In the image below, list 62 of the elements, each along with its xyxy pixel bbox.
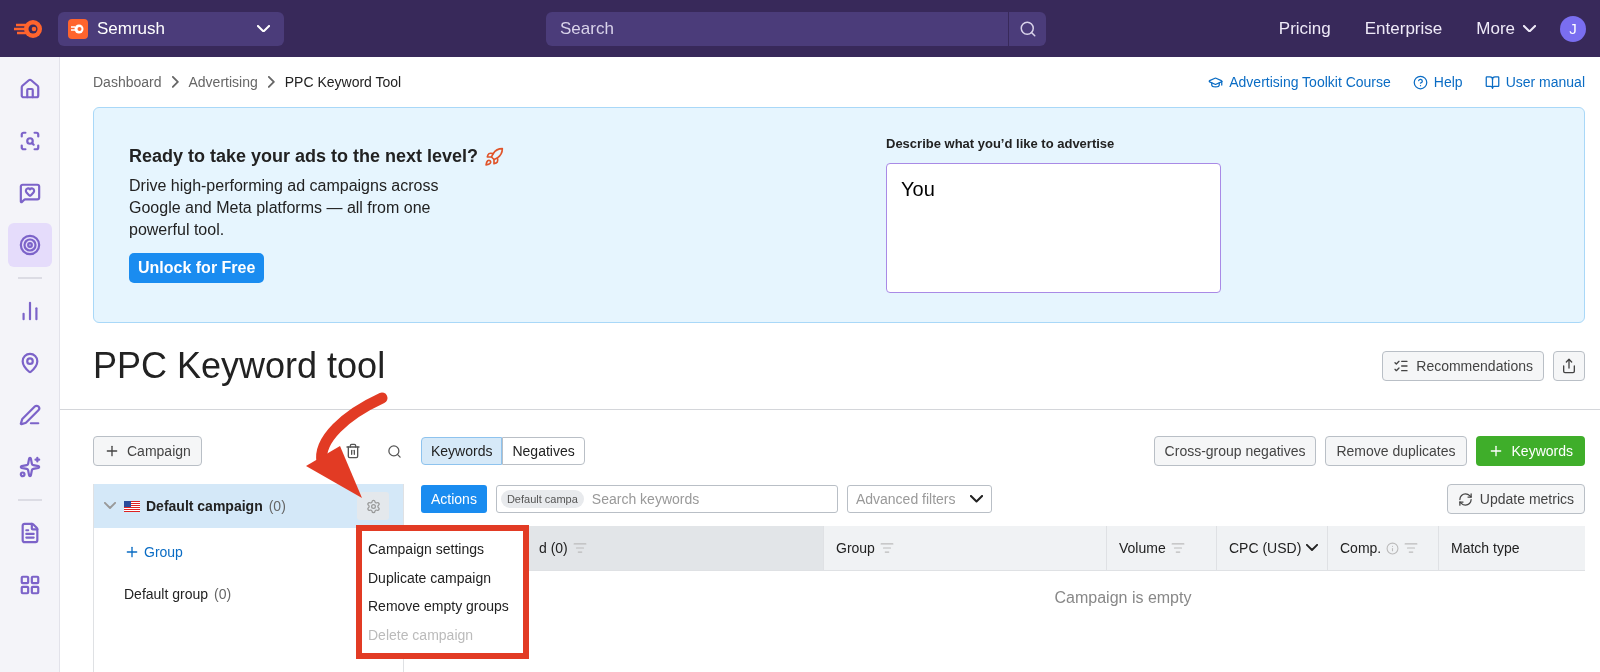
flag-icon xyxy=(124,500,140,512)
campaign-count: (0) xyxy=(268,498,286,514)
column-header[interactable]: Volume xyxy=(1106,526,1216,570)
plus-icon xyxy=(104,443,120,459)
chevron-right-icon xyxy=(267,76,275,88)
view-tab[interactable]: Keywords xyxy=(421,437,503,465)
chevron-down-icon[interactable] xyxy=(1306,544,1319,552)
toolbar-button[interactable]: Cross-group negatives xyxy=(1153,436,1317,466)
add-campaign-button[interactable]: Campaign xyxy=(93,436,202,466)
view-tab[interactable]: Negatives xyxy=(502,437,585,465)
project-icon xyxy=(68,18,88,39)
nav-link[interactable]: Pricing xyxy=(1278,18,1331,39)
book-icon xyxy=(1484,74,1500,90)
banner-text: Drive high-performing ad campaigns across Google and Meta platforms — all from one powerful tool. xyxy=(129,176,440,240)
help-link[interactable]: Help xyxy=(1412,74,1463,90)
search-field[interactable]: Search xyxy=(546,11,1008,46)
recommendations-button[interactable]: Recommendations xyxy=(1382,351,1544,381)
chevron-down-icon xyxy=(1523,24,1536,33)
delete-button[interactable] xyxy=(344,443,361,459)
gear-icon xyxy=(365,498,381,514)
search-icon xyxy=(1018,19,1037,38)
rocket-icon xyxy=(484,146,505,167)
project-selector[interactable]: Semrush xyxy=(58,11,284,46)
breadcrumb-link[interactable]: Advertising xyxy=(188,74,258,90)
campaign-chip: Default campa xyxy=(500,490,584,508)
chevron-right-icon xyxy=(171,76,179,88)
search-button[interactable] xyxy=(386,443,402,459)
column-header[interactable]: Comp. xyxy=(1327,526,1438,570)
add-group-link[interactable]: Group xyxy=(124,542,183,562)
user-avatar[interactable]: J xyxy=(1560,15,1586,42)
help-link[interactable]: Advertising Toolkit Course xyxy=(1208,74,1391,90)
settings-button[interactable] xyxy=(357,492,389,520)
checklist-icon xyxy=(1393,358,1410,374)
refresh-icon xyxy=(1457,491,1473,507)
banner-heading: Ready to take your ads to the next level? xyxy=(129,146,479,167)
export-icon xyxy=(1561,358,1577,374)
export-button[interactable] xyxy=(1553,351,1585,381)
chevron-down-icon xyxy=(257,24,270,33)
more-menu[interactable]: More xyxy=(1476,18,1536,39)
keyword-search-bar[interactable]: Default campa Search keywords xyxy=(495,485,838,513)
search-button[interactable] xyxy=(1008,11,1046,46)
campaign-name: Default campaign xyxy=(146,498,263,514)
column-header[interactable]: Group xyxy=(823,526,1106,570)
nav-link[interactable]: Enterprise xyxy=(1364,18,1443,39)
toolbar-button[interactable]: Remove duplicates xyxy=(1325,436,1467,466)
column-header[interactable]: Match type xyxy=(1438,526,1585,570)
chevron-down-icon xyxy=(969,495,983,503)
update-metrics-button[interactable]: Update metrics xyxy=(1446,484,1585,514)
campaign-item[interactable]: Default campaign (0) xyxy=(94,484,403,528)
page-title: PPC Keyword tool xyxy=(93,345,386,387)
breadcrumb-link[interactable]: PPC Keyword Tool xyxy=(284,74,402,90)
field-label: Describe what you’d like to advertise xyxy=(886,136,1116,151)
empty-message: Campaign is empty xyxy=(1054,589,1192,606)
help-link[interactable]: User manual xyxy=(1484,74,1585,90)
advertise-field[interactable]: You xyxy=(886,163,1221,293)
breadcrumb-link[interactable]: Dashboard xyxy=(93,74,162,90)
plus-icon xyxy=(124,544,140,560)
graduation-cap-icon xyxy=(1208,74,1224,90)
help-icon xyxy=(1412,74,1428,90)
logo-icon[interactable] xyxy=(14,17,44,40)
target-icon[interactable] xyxy=(7,223,52,267)
column-header[interactable]: CPC (USD) xyxy=(1216,526,1327,570)
